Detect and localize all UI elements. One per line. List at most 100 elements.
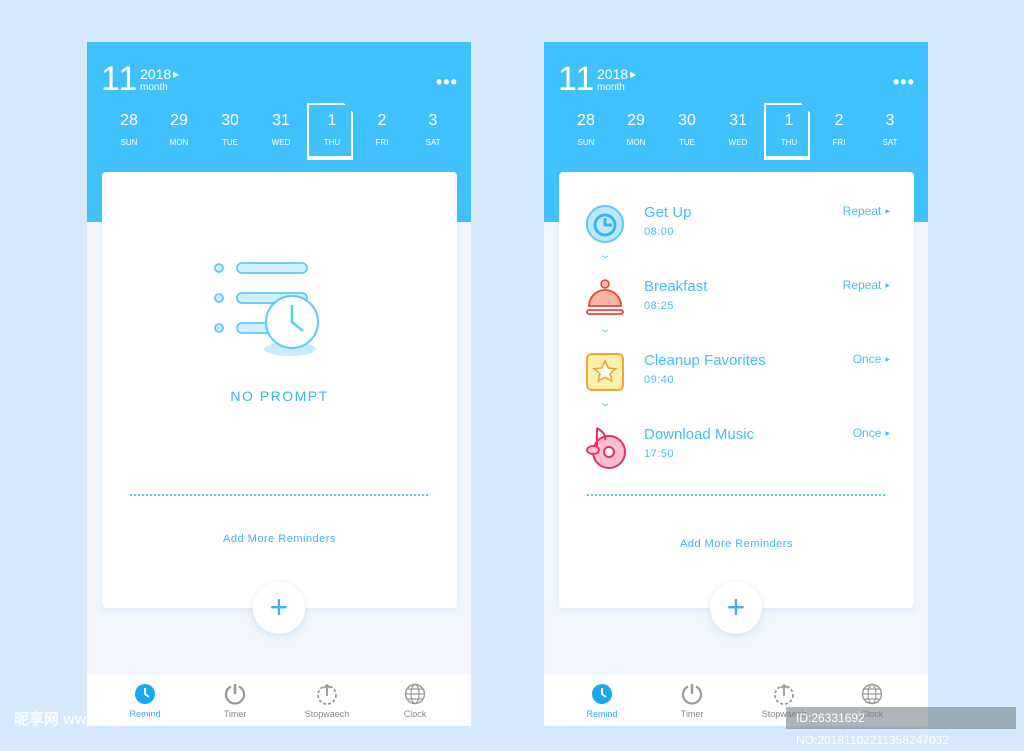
tab-label: Timer (223, 709, 247, 719)
day-thu[interactable]: 1 THU (766, 112, 812, 147)
reminder-time: 08:00 (644, 226, 675, 238)
day-sat[interactable]: 3 SAT (410, 112, 456, 147)
day-thu[interactable]: 1 THU (309, 112, 355, 147)
more-options-icon[interactable]: ••• (436, 72, 458, 93)
day-number: 31 (729, 112, 747, 129)
weekday-label: SAT (425, 138, 441, 147)
add-more-reminders-link[interactable]: Add More Reminders (559, 538, 914, 550)
star-folder-icon (585, 352, 625, 397)
tab-remind[interactable]: Remind (562, 683, 642, 719)
repeat-setting[interactable]: Repeat ▶ (843, 278, 890, 292)
day-number: 1 (784, 112, 794, 129)
caret-right-icon: ▶ (885, 209, 890, 215)
day-number: 1 (327, 112, 337, 129)
repeat-label: Repeat (842, 278, 882, 292)
day-number: 3 (885, 112, 895, 129)
repeat-setting[interactable]: Once ▶ (853, 426, 890, 440)
weekday-label: THU (780, 138, 798, 147)
caret-right-icon: ▶ (630, 70, 637, 79)
empty-state-message: NO PROMPT (230, 388, 329, 404)
weekday-label: WED (271, 138, 291, 147)
music-disc-icon (585, 426, 629, 475)
day-number: 29 (170, 112, 188, 129)
repeat-label: Once (852, 352, 882, 366)
tab-timer[interactable]: Timer (195, 683, 275, 719)
reminder-item[interactable]: Get Up 08:00 Repeat ▶ (559, 202, 914, 246)
day-number: 3 (428, 112, 438, 129)
weekday-label: SUN (577, 138, 595, 147)
day-fri[interactable]: 2 FRI (359, 112, 405, 147)
reminders-card: Get Up 08:00 Repeat ▶ ⌄ Breakfast 08:25 Re… (559, 172, 914, 608)
reminder-title: Download Music (644, 426, 755, 443)
tab-clock[interactable]: Clock (375, 683, 455, 719)
tab-label: Remind (586, 709, 618, 719)
phone-list: 11 2018 ▶ month ••• 28 SUN 29 MON 30 TUE 31 WED 1… (544, 42, 928, 726)
weekday-label: TUE (679, 138, 695, 147)
year-label: 2018 (140, 66, 172, 82)
repeat-setting[interactable]: Once ▶ (853, 352, 890, 366)
clock-icon (562, 683, 642, 707)
day-number: 30 (221, 112, 239, 129)
chevron-down-icon: ⌄ (598, 398, 612, 409)
month-number: 11 (558, 60, 596, 98)
reminder-item[interactable]: Download Music 17:50 Once ▶ (559, 424, 914, 469)
month-number: 11 (101, 60, 139, 98)
reminder-title: Breakfast (644, 278, 708, 295)
caret-right-icon: ▶ (885, 431, 890, 437)
repeat-label: Repeat (842, 204, 882, 218)
dotted-divider (130, 494, 428, 496)
globe-icon (832, 683, 912, 707)
weekday-label: SUN (120, 138, 138, 147)
day-mon[interactable]: 29 MON (156, 112, 202, 147)
weekday-label: MON (169, 138, 189, 147)
day-wed[interactable]: 31 WED (715, 112, 761, 147)
alarm-clock-icon (585, 204, 625, 249)
reminder-time: 09:40 (644, 374, 675, 386)
weekday-label: FRI (375, 138, 389, 147)
tab-stopwaech[interactable]: Stopwaech (287, 683, 367, 719)
dotted-divider (587, 494, 885, 496)
food-cloche-icon (585, 278, 625, 323)
tab-timer[interactable]: Timer (652, 683, 732, 719)
add-reminder-button[interactable]: + (710, 582, 762, 634)
add-more-reminders-link[interactable]: Add More Reminders (102, 533, 457, 545)
day-number: 28 (120, 112, 138, 129)
reminder-time: 17:50 (644, 448, 675, 460)
reminder-title: Get Up (644, 204, 692, 221)
stopwatch-icon (287, 683, 367, 707)
reminder-item[interactable]: Breakfast 08:25 Repeat ▶ (559, 276, 914, 320)
repeat-setting[interactable]: Repeat ▶ (843, 204, 890, 218)
year-selector[interactable]: 2018 ▶ (140, 66, 179, 82)
reminder-time: 08:25 (644, 300, 675, 312)
timer-icon (652, 683, 732, 707)
day-mon[interactable]: 29 MON (613, 112, 659, 147)
tab-label: Stopwaech (304, 709, 350, 719)
weekday-label: MON (626, 138, 646, 147)
more-options-icon[interactable]: ••• (893, 72, 915, 93)
tab-label: Clock (403, 709, 427, 719)
month-label: month (597, 82, 625, 93)
year-label: 2018 (597, 66, 629, 82)
year-selector[interactable]: 2018 ▶ (597, 66, 636, 82)
reminder-title: Cleanup Favorites (644, 352, 766, 369)
clock-icon (105, 683, 185, 707)
day-fri[interactable]: 2 FRI (816, 112, 862, 147)
day-sat[interactable]: 3 SAT (867, 112, 913, 147)
day-number: 2 (834, 112, 844, 129)
weekday-label: TUE (222, 138, 238, 147)
phone-empty: 11 2018 ▶ month ••• 28 SUN 29 MON 30 TUE 31 WED 1… (87, 42, 471, 726)
month-label: month (140, 82, 168, 93)
reminder-item[interactable]: Cleanup Favorites 09:40 Once ▶ (559, 350, 914, 394)
day-tue[interactable]: 30 TUE (207, 112, 253, 147)
day-wed[interactable]: 31 WED (258, 112, 304, 147)
caret-right-icon: ▶ (885, 283, 890, 289)
add-reminder-button[interactable]: + (253, 582, 305, 634)
day-tue[interactable]: 30 TUE (664, 112, 710, 147)
repeat-label: Once (852, 426, 882, 440)
day-sun[interactable]: 28 SUN (106, 112, 152, 147)
caret-right-icon: ▶ (173, 70, 180, 79)
day-sun[interactable]: 28 SUN (563, 112, 609, 147)
chevron-down-icon: ⌄ (598, 324, 612, 335)
caret-right-icon: ▶ (885, 357, 890, 363)
day-number: 28 (577, 112, 595, 129)
